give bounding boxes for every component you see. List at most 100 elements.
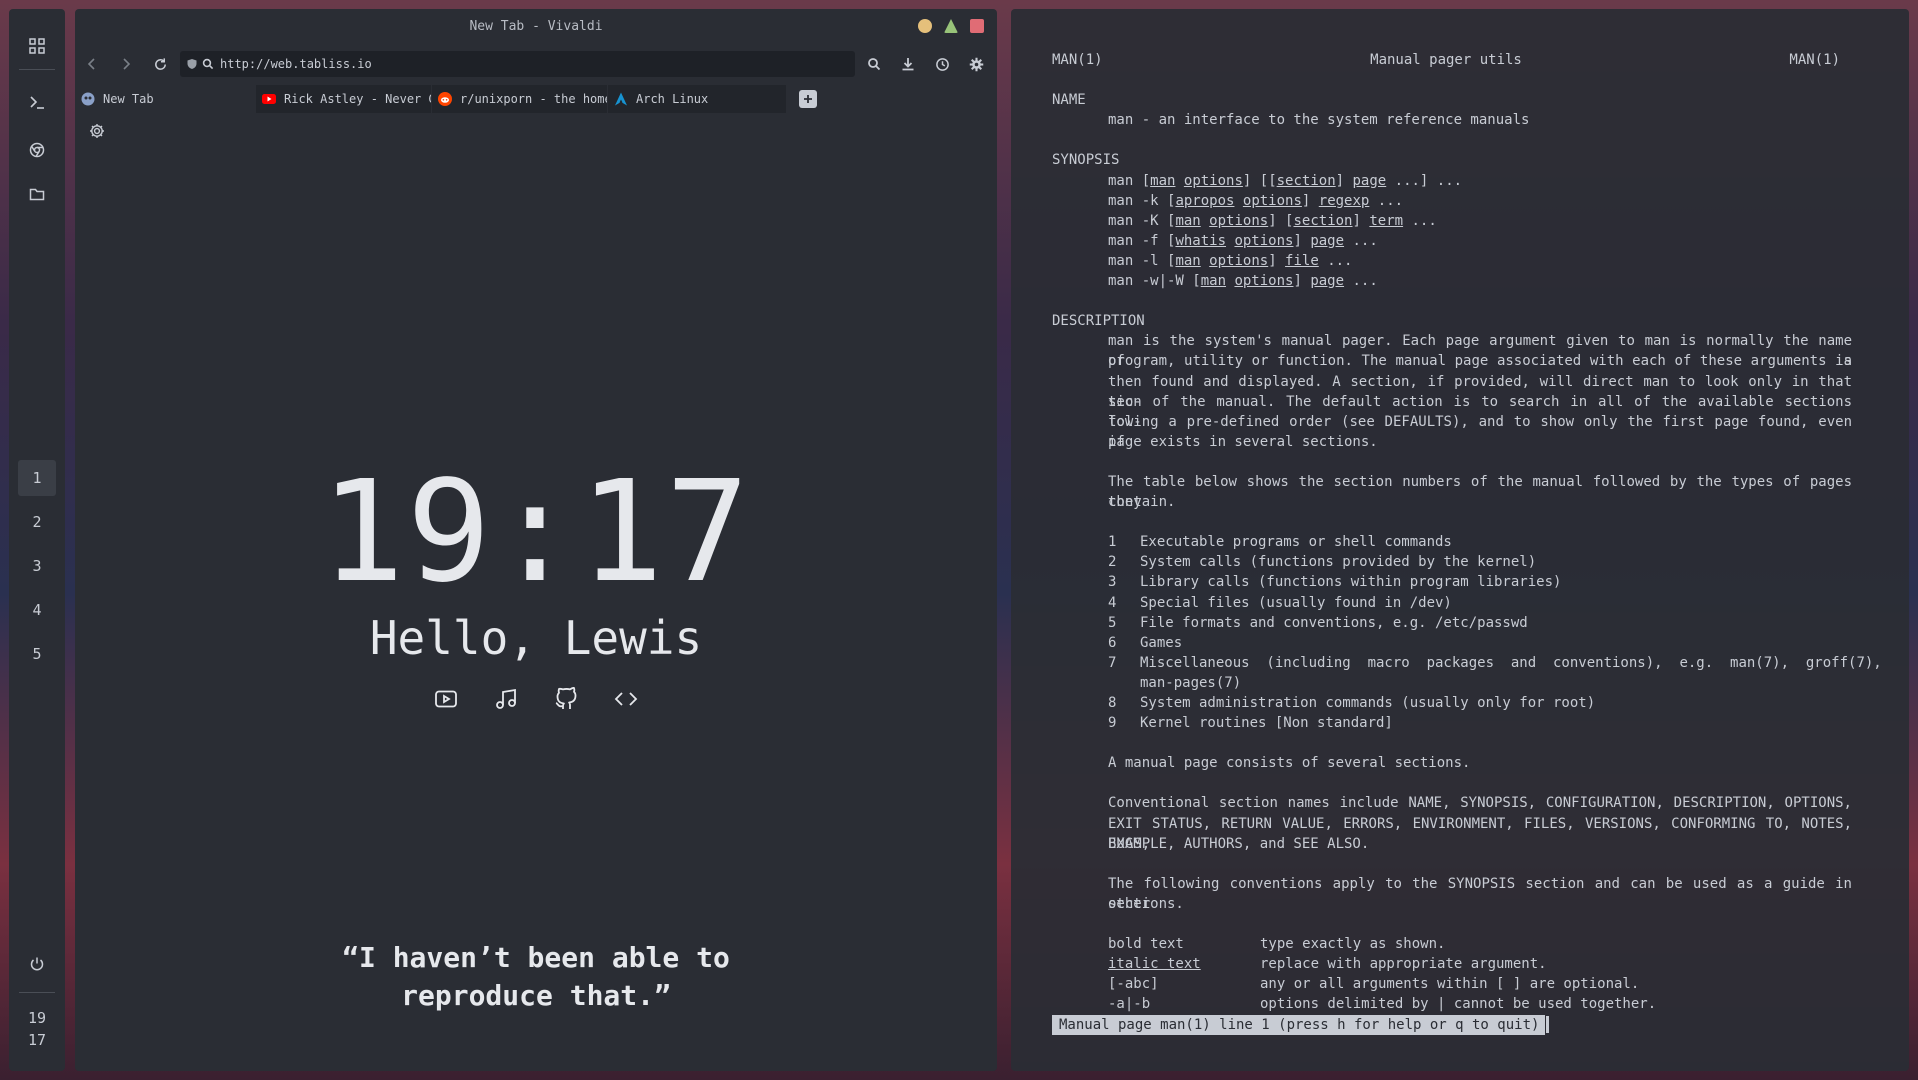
download-icon[interactable] [895,51,921,77]
youtube-icon[interactable] [434,687,458,711]
github-icon[interactable] [554,686,578,711]
arch-icon [614,92,628,106]
browser-toolbar [75,49,997,79]
dock-divider [19,69,55,70]
man-header-left: MAN(1) [1052,52,1103,68]
terminal-cursor [1546,1016,1550,1033]
convention-row: [-abc] any or all arguments within [ ] ar… [1108,976,1640,993]
browser-icon[interactable] [9,133,65,167]
folder-icon[interactable] [9,177,65,211]
tab-arch-linux[interactable]: Arch Linux [608,85,786,113]
tab-bar: New Tab Rick Astley - Never Gonna Give Y… [75,85,997,113]
section-row: 6 Games [1108,634,1183,651]
synopsis-line: man -w|-W [man options] page ... [1108,273,1378,290]
newtab-clock: 19:17 [320,451,752,614]
back-icon[interactable] [79,51,105,77]
dock-panel: 1 2 3 4 5 19 17 [9,9,65,1071]
synopsis-line: man -l [man options] file ... [1108,252,1353,269]
section-row: 2 System calls (functions provided by the… [1108,554,1537,571]
power-icon[interactable] [9,947,65,981]
address-bar[interactable] [180,51,855,77]
workspace-2[interactable]: 2 [18,504,56,540]
close-button[interactable] [970,19,984,33]
workspace-5[interactable]: 5 [18,636,56,672]
window-title: New Tab - Vivaldi [469,19,603,34]
man-page: MAN(1) Manual pager utils MAN(1) NAME ma… [1052,50,1882,1035]
section-row: 4 Special files (usually found in /dev) [1108,594,1452,611]
name-heading: NAME [1052,92,1086,109]
history-icon[interactable] [929,51,955,77]
tab-label: r/unixporn - the home for [460,92,607,106]
man-header-center: Manual pager utils [1370,52,1522,68]
terminal-icon[interactable] [9,85,65,119]
section-row: man-pages(7) [1140,674,1242,691]
page-settings-gear-icon[interactable] [89,123,109,143]
section-row: 7 Miscellaneous (including macro packages… [1108,654,1882,671]
section-row: 8 System administration commands (usually… [1108,695,1596,711]
description-heading: DESCRIPTION [1052,313,1145,330]
search-icon[interactable] [861,51,887,77]
minimize-button[interactable] [918,19,932,33]
tab-label: New Tab [103,92,154,106]
man-header-right: MAN(1) [1789,52,1840,68]
new-tab-button[interactable] [799,90,817,108]
forward-icon[interactable] [113,51,139,77]
synopsis-line: man -k [apropos options] regexp ... [1108,192,1404,209]
section-row: 9 Kernel routines [Non standard] [1108,715,1393,732]
apps-grid-icon[interactable] [9,29,65,63]
reload-icon[interactable] [147,51,173,77]
url-input[interactable] [220,57,855,71]
synopsis-line: man [man options] [[section] page ...] .… [1108,172,1463,189]
man-header: MAN(1) Manual pager utils MAN(1) [1052,50,1852,70]
reddit-icon [438,92,452,106]
description-line: page exists in several sections. [1108,433,1378,450]
description-line: The table below shows the section number… [1108,473,1852,511]
quote-line-1: “I haven’t been able to [342,941,730,974]
vivaldi-icon [81,92,95,106]
convention-row: bold text type exactly as shown. [1108,936,1446,953]
music-icon[interactable] [494,687,518,711]
newtab-greeting: Hello, Lewis [369,611,703,665]
synopsis-line: man -K [man options] [section] term ... [1108,212,1437,229]
quote: “I haven’t been able to reproduce that.” [75,939,997,1015]
description-line: tion of the manual. The default action i… [1108,393,1852,430]
terminal-window[interactable]: MAN(1) Manual pager utils MAN(1) NAME ma… [1011,9,1909,1071]
browser-titlebar: New Tab - Vivaldi [75,9,997,45]
tab-rick-astley[interactable]: Rick Astley - Never Gonna Give You Up [256,85,431,113]
synopsis-heading: SYNOPSIS [1052,152,1120,169]
tab-new-tab[interactable]: New Tab [75,85,255,113]
description-line: Conventional section names include NAME,… [1108,795,1852,812]
synopsis-line: man -f [whatis options] page ... [1108,232,1378,249]
description-line: A manual page consists of several sectio… [1108,755,1471,772]
new-tab-page: 19:17 Hello, Lewis “I haven’t been able … [75,113,997,1071]
description-line: then found and displayed. A section, if … [1108,373,1852,410]
tab-label: Rick Astley - Never Gonna Give You Up [284,92,431,106]
description-line: sections. [1108,895,1184,912]
search-icon [202,58,214,70]
description-line: contain. [1108,494,1176,511]
dock-clock-hour: 19 [27,1009,47,1027]
pager-status-line: Manual page man(1) line 1 (press h for h… [1052,1014,1852,1035]
workspace-4[interactable]: 4 [18,592,56,628]
workspace-3[interactable]: 3 [18,548,56,584]
code-icon[interactable] [614,687,638,711]
section-row: 3 Library calls (functions within program… [1108,574,1562,591]
quote-line-2: reproduce that.” [401,979,671,1012]
pager-status: Manual page man(1) line 1 (press h for h… [1052,1014,1546,1035]
youtube-icon [262,92,276,106]
section-row: 1 Executable programs or shell commands [1108,534,1452,551]
tab-unixporn[interactable]: r/unixporn - the home for [432,85,607,113]
description-line: program, utility or function. The manual… [1108,353,1852,370]
section-row: 5 File formats and conventions, e.g. /etc… [1108,614,1528,631]
name-text: man - an interface to the system referen… [1108,112,1530,129]
description-line: EXIT STATUS, RETURN VALUE, ERRORS, ENVIR… [1108,815,1852,852]
browser-window: New Tab - Vivaldi http://web.tabliss.io … [75,9,997,1071]
dock-clock-minute: 17 [27,1031,47,1049]
shield-icon [187,59,197,69]
settings-gear-icon[interactable] [963,51,989,77]
quick-links [75,686,997,711]
workspace-1[interactable]: 1 [18,460,56,496]
description-line: man is the system's manual pager. Each p… [1108,333,1852,370]
convention-row: italic text replace with appropriate argu… [1108,956,1547,973]
convention-row: -a|-b options delimited by | cannot be us… [1108,996,1657,1013]
